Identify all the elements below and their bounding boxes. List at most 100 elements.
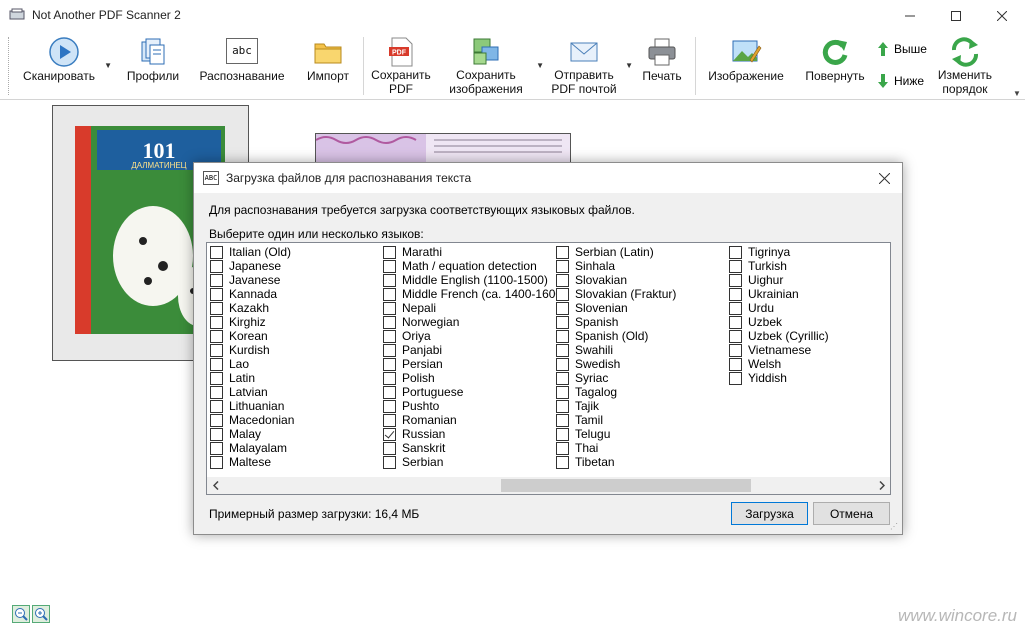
checkbox[interactable] [210, 259, 223, 273]
language-checkbox-item[interactable]: Slovenian [556, 301, 628, 315]
language-checkbox-item[interactable]: Spanish (Old) [556, 329, 648, 343]
save-images-dropdown-arrow[interactable]: ▼ [536, 61, 544, 70]
checkbox[interactable] [210, 329, 223, 343]
maximize-button[interactable] [933, 0, 979, 31]
checkbox[interactable] [210, 441, 223, 455]
checkbox[interactable] [210, 301, 223, 315]
language-checkbox-item[interactable]: Slovakian (Fraktur) [556, 287, 676, 301]
checkbox[interactable] [729, 287, 742, 301]
language-checkbox-item[interactable]: Latin [210, 371, 255, 385]
language-checkbox-item[interactable]: Italian (Old) [210, 245, 291, 259]
checkbox[interactable] [210, 287, 223, 301]
page-thumbnail-2[interactable] [315, 133, 571, 163]
checkbox[interactable] [729, 259, 742, 273]
zoom-out-button[interactable] [12, 605, 30, 623]
checkbox[interactable] [556, 245, 569, 259]
language-checkbox-item[interactable]: Tagalog [556, 385, 617, 399]
checkbox[interactable] [210, 385, 223, 399]
image-button[interactable]: Изображение [701, 31, 791, 100]
checkbox[interactable] [383, 357, 396, 371]
checkbox[interactable] [729, 329, 742, 343]
language-checkbox-item[interactable]: Norwegian [383, 315, 459, 329]
checkbox[interactable] [383, 455, 396, 469]
checkbox[interactable] [556, 259, 569, 273]
save-pdf-button[interactable]: PDF Сохранить PDF [366, 31, 436, 100]
language-checkbox-item[interactable]: Tibetan [556, 455, 615, 469]
language-checkbox-item[interactable]: Tajik [556, 399, 599, 413]
language-checkbox-item[interactable]: Syriac [556, 371, 608, 385]
language-checkbox-item[interactable]: Oriya [383, 329, 431, 343]
language-checkbox-item[interactable]: Russian [383, 427, 445, 441]
language-checkbox-item[interactable]: Turkish [729, 259, 787, 273]
zoom-in-button[interactable] [32, 605, 50, 623]
checkbox[interactable] [210, 371, 223, 385]
language-checkbox-item[interactable]: Macedonian [210, 413, 294, 427]
checkbox[interactable] [729, 371, 742, 385]
language-checkbox-item[interactable]: Javanese [210, 273, 280, 287]
language-checkbox-item[interactable]: Ukrainian [729, 287, 799, 301]
cancel-button[interactable]: Отмена [813, 502, 890, 525]
dialog-close-button[interactable] [874, 168, 894, 188]
scrollbar-thumb[interactable] [501, 479, 751, 492]
checkbox[interactable] [383, 413, 396, 427]
language-checkbox-item[interactable]: Malayalam [210, 441, 287, 455]
close-window-button[interactable] [979, 0, 1025, 31]
language-checkbox-item[interactable]: Latvian [210, 385, 268, 399]
language-list[interactable]: Italian (Old) Japanese Javanese Kannada Kaza… [206, 242, 891, 495]
checkbox[interactable] [383, 385, 396, 399]
language-checkbox-item[interactable]: Panjabi [383, 343, 442, 357]
checkbox[interactable] [383, 329, 396, 343]
checkbox[interactable] [383, 343, 396, 357]
checkbox[interactable] [383, 371, 396, 385]
checkbox[interactable] [729, 357, 742, 371]
language-checkbox-item[interactable]: Swedish [556, 357, 620, 371]
language-checkbox-item[interactable]: Spanish [556, 315, 618, 329]
print-button[interactable]: Печать [636, 31, 688, 100]
language-checkbox-item[interactable]: Sanskrit [383, 441, 445, 455]
checkbox[interactable] [210, 245, 223, 259]
language-checkbox-item[interactable]: Urdu [729, 301, 774, 315]
save-images-button[interactable]: Сохранить изображения ▼ [444, 31, 544, 100]
rotate-button[interactable]: Повернуть [799, 31, 871, 100]
import-button[interactable]: Импорт [300, 31, 356, 100]
language-checkbox-item[interactable]: Kirghiz [210, 315, 266, 329]
checkbox[interactable] [556, 357, 569, 371]
language-checkbox-item[interactable]: Maltese [210, 455, 271, 469]
checkbox[interactable] [383, 315, 396, 329]
language-checkbox-item[interactable]: Serbian (Latin) [556, 245, 654, 259]
language-checkbox-item[interactable]: Tigrinya [729, 245, 790, 259]
reorder-button[interactable]: Изменить порядок [934, 31, 996, 100]
toolbar-overflow-arrow[interactable]: ▼ [1013, 89, 1023, 99]
language-checkbox-item[interactable]: Serbian [383, 455, 443, 469]
language-checkbox-item[interactable]: Kurdish [210, 343, 270, 357]
checkbox[interactable] [556, 385, 569, 399]
checkbox[interactable] [556, 315, 569, 329]
language-checkbox-item[interactable]: Uzbek (Cyrillic) [729, 329, 829, 343]
checkbox[interactable] [556, 343, 569, 357]
checkbox[interactable] [210, 315, 223, 329]
checkbox[interactable] [210, 413, 223, 427]
scan-button[interactable]: Сканировать ▼ [16, 31, 112, 100]
language-checkbox-item[interactable]: Middle English (1100-1500) [383, 273, 548, 287]
language-checkbox-item[interactable]: Telugu [556, 427, 610, 441]
minimize-button[interactable] [887, 0, 933, 31]
language-checkbox-item[interactable]: Vietnamese [729, 343, 811, 357]
language-checkbox-item[interactable]: Uzbek [729, 315, 782, 329]
language-checkbox-item[interactable]: Japanese [210, 259, 281, 273]
language-checkbox-item[interactable]: Kazakh [210, 301, 269, 315]
language-checkbox-item[interactable]: Swahili [556, 343, 613, 357]
checkbox[interactable] [556, 371, 569, 385]
checkbox[interactable] [383, 259, 396, 273]
language-checkbox-item[interactable]: Lithuanian [210, 399, 284, 413]
email-pdf-button[interactable]: Отправить PDF почтой ▼ [547, 31, 633, 100]
checkbox[interactable] [729, 343, 742, 357]
language-checkbox-item[interactable]: Yiddish [729, 371, 787, 385]
scan-dropdown-arrow[interactable]: ▼ [104, 61, 112, 70]
checkbox[interactable] [556, 329, 569, 343]
language-checkbox-item[interactable]: Pushto [383, 399, 439, 413]
language-checkbox-item[interactable]: Lao [210, 357, 249, 371]
language-checkbox-item[interactable]: Kannada [210, 287, 277, 301]
language-checkbox-item[interactable]: Korean [210, 329, 268, 343]
checkbox[interactable] [383, 245, 396, 259]
checkbox[interactable] [210, 399, 223, 413]
